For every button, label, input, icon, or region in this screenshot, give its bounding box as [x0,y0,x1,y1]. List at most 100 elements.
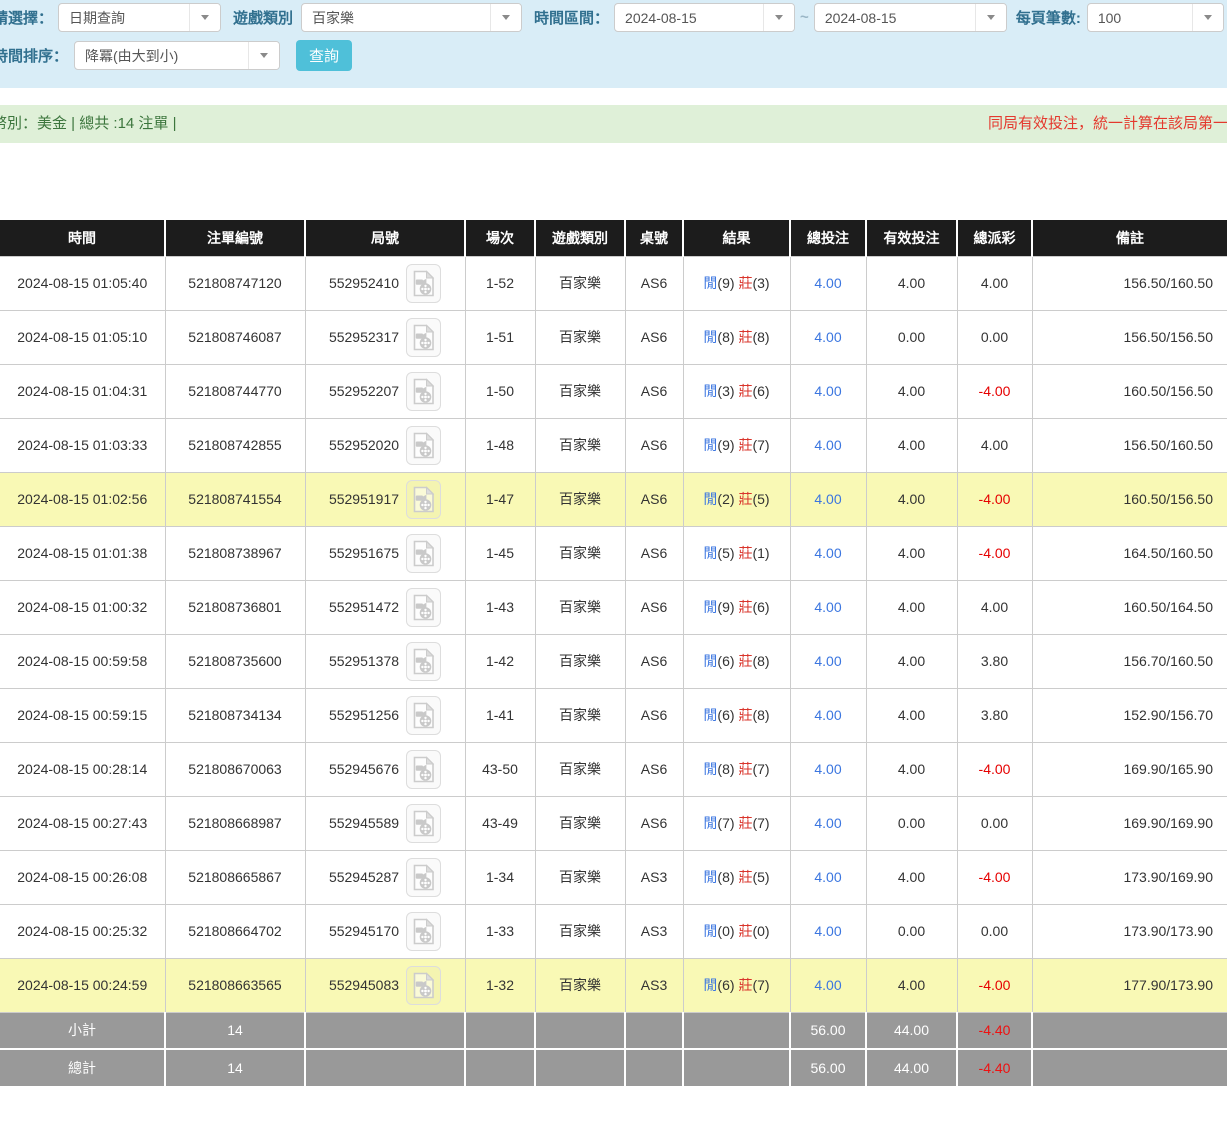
video-replay-button[interactable] [406,642,441,681]
round-id-text: 552951917 [329,491,399,507]
page-size-dropdown[interactable]: 100 [1087,3,1224,32]
total-bet-link[interactable]: 4.00 [814,599,841,615]
cell-result: 閒(9) 莊(7) [683,418,790,472]
video-replay-button[interactable] [406,534,441,573]
date-from-dropdown[interactable]: 2024-08-15 [614,3,795,32]
video-replay-button[interactable] [406,264,441,303]
cell-round-id: 552952410 [305,256,465,310]
round-id-text: 552952020 [329,437,399,453]
total-bet-link[interactable]: 4.00 [814,437,841,453]
cell-time: 2024-08-15 00:24:59 [0,958,165,1012]
chevron-down-icon[interactable] [189,4,220,31]
cell-session: 1-52 [465,256,535,310]
player-label: 閒 [703,707,717,723]
cell-game-type: 百家樂 [535,310,625,364]
cell-time: 2024-08-15 00:26:08 [0,850,165,904]
cell-result: 閒(8) 莊(8) [683,310,790,364]
video-replay-button[interactable] [406,426,441,465]
cell-bet-id: 521808736801 [165,580,305,634]
video-replay-button[interactable] [406,372,441,411]
cell-time: 2024-08-15 01:03:33 [0,418,165,472]
player-score: (5) [717,545,734,561]
video-replay-button[interactable] [406,912,441,951]
chevron-down-icon[interactable] [1192,4,1223,31]
cell-table-no: AS6 [625,472,683,526]
chevron-down-icon[interactable] [763,4,794,31]
cell-game-type: 百家樂 [535,256,625,310]
chevron-down-icon[interactable] [490,4,521,31]
footer-empty [465,1012,535,1049]
total-bet-link[interactable]: 4.00 [814,707,841,723]
cell-payout: -4.00 [957,364,1032,418]
query-button[interactable]: 查詢 [296,40,352,71]
footer-count: 14 [165,1049,305,1086]
total-bet-link[interactable]: 4.00 [814,329,841,345]
cell-table-no: AS6 [625,688,683,742]
total-bet-link[interactable]: 4.00 [814,383,841,399]
video-icon [412,648,435,675]
total-bet-link[interactable]: 4.00 [814,869,841,885]
player-score: (6) [717,707,734,723]
cell-table-no: AS6 [625,526,683,580]
cell-total-bet: 4.00 [790,364,866,418]
total-bet-link[interactable]: 4.00 [814,977,841,993]
cell-table-no: AS6 [625,742,683,796]
footer-empty [305,1012,465,1049]
date-to-dropdown[interactable]: 2024-08-15 [814,3,1007,32]
video-replay-button[interactable] [406,318,441,357]
cell-round-id: 552945287 [305,850,465,904]
cell-payout: -4.00 [957,958,1032,1012]
cell-bet-id: 521808746087 [165,310,305,364]
cell-game-type: 百家樂 [535,904,625,958]
total-bet-link[interactable]: 4.00 [814,545,841,561]
total-bet-link[interactable]: 4.00 [814,761,841,777]
total-bet-link[interactable]: 4.00 [814,653,841,669]
video-replay-button[interactable] [406,588,441,627]
cell-time: 2024-08-15 01:01:38 [0,526,165,580]
video-replay-button[interactable] [406,696,441,735]
cell-session: 1-33 [465,904,535,958]
banker-score: (5) [752,869,769,885]
player-score: (9) [717,275,734,291]
footer-label: 總計 [0,1049,165,1086]
cell-remark: 160.50/156.50 [1032,472,1227,526]
total-bet-link[interactable]: 4.00 [814,923,841,939]
cell-valid-bet: 4.00 [866,580,957,634]
bet-row: 2024-08-15 01:00:32521808736801552951472… [0,580,1227,634]
video-replay-button[interactable] [406,804,441,843]
round-id-text: 552951256 [329,707,399,723]
video-replay-button[interactable] [406,750,441,789]
bet-row: 2024-08-15 01:03:33521808742855552952020… [0,418,1227,472]
footer-empty [683,1049,790,1086]
select-type-dropdown[interactable]: 日期查詢 [58,3,221,32]
round-id-text: 552952207 [329,383,399,399]
cell-total-bet: 4.00 [790,850,866,904]
sort-dropdown[interactable]: 降冪(由大到小) [74,41,280,70]
banker-score: (5) [752,491,769,507]
banker-score: (0) [752,923,769,939]
total-bet-link[interactable]: 4.00 [814,491,841,507]
video-replay-button[interactable] [406,966,441,1005]
banker-label: 莊 [738,545,752,561]
cell-time: 2024-08-15 01:00:32 [0,580,165,634]
round-id-wrap: 552951472 [306,588,465,627]
video-icon [412,918,435,945]
cell-result: 閒(9) 莊(6) [683,580,790,634]
chevron-down-icon[interactable] [975,4,1006,31]
header-valid-bet: 有效投注 [866,220,957,256]
video-replay-button[interactable] [406,858,441,897]
bet-row: 2024-08-15 01:05:40521808747120552952410… [0,256,1227,310]
player-score: (6) [717,653,734,669]
round-id-text: 552952410 [329,275,399,291]
player-label: 閒 [703,923,717,939]
sort-value: 降冪(由大到小) [75,42,248,69]
game-type-dropdown[interactable]: 百家樂 [301,3,522,32]
player-label: 閒 [703,545,717,561]
total-bet-link[interactable]: 4.00 [814,815,841,831]
footer-payout: -4.40 [957,1012,1032,1049]
video-replay-button[interactable] [406,480,441,519]
cell-session: 1-45 [465,526,535,580]
chevron-down-icon[interactable] [248,42,279,69]
total-bet-link[interactable]: 4.00 [814,275,841,291]
cell-session: 1-43 [465,580,535,634]
